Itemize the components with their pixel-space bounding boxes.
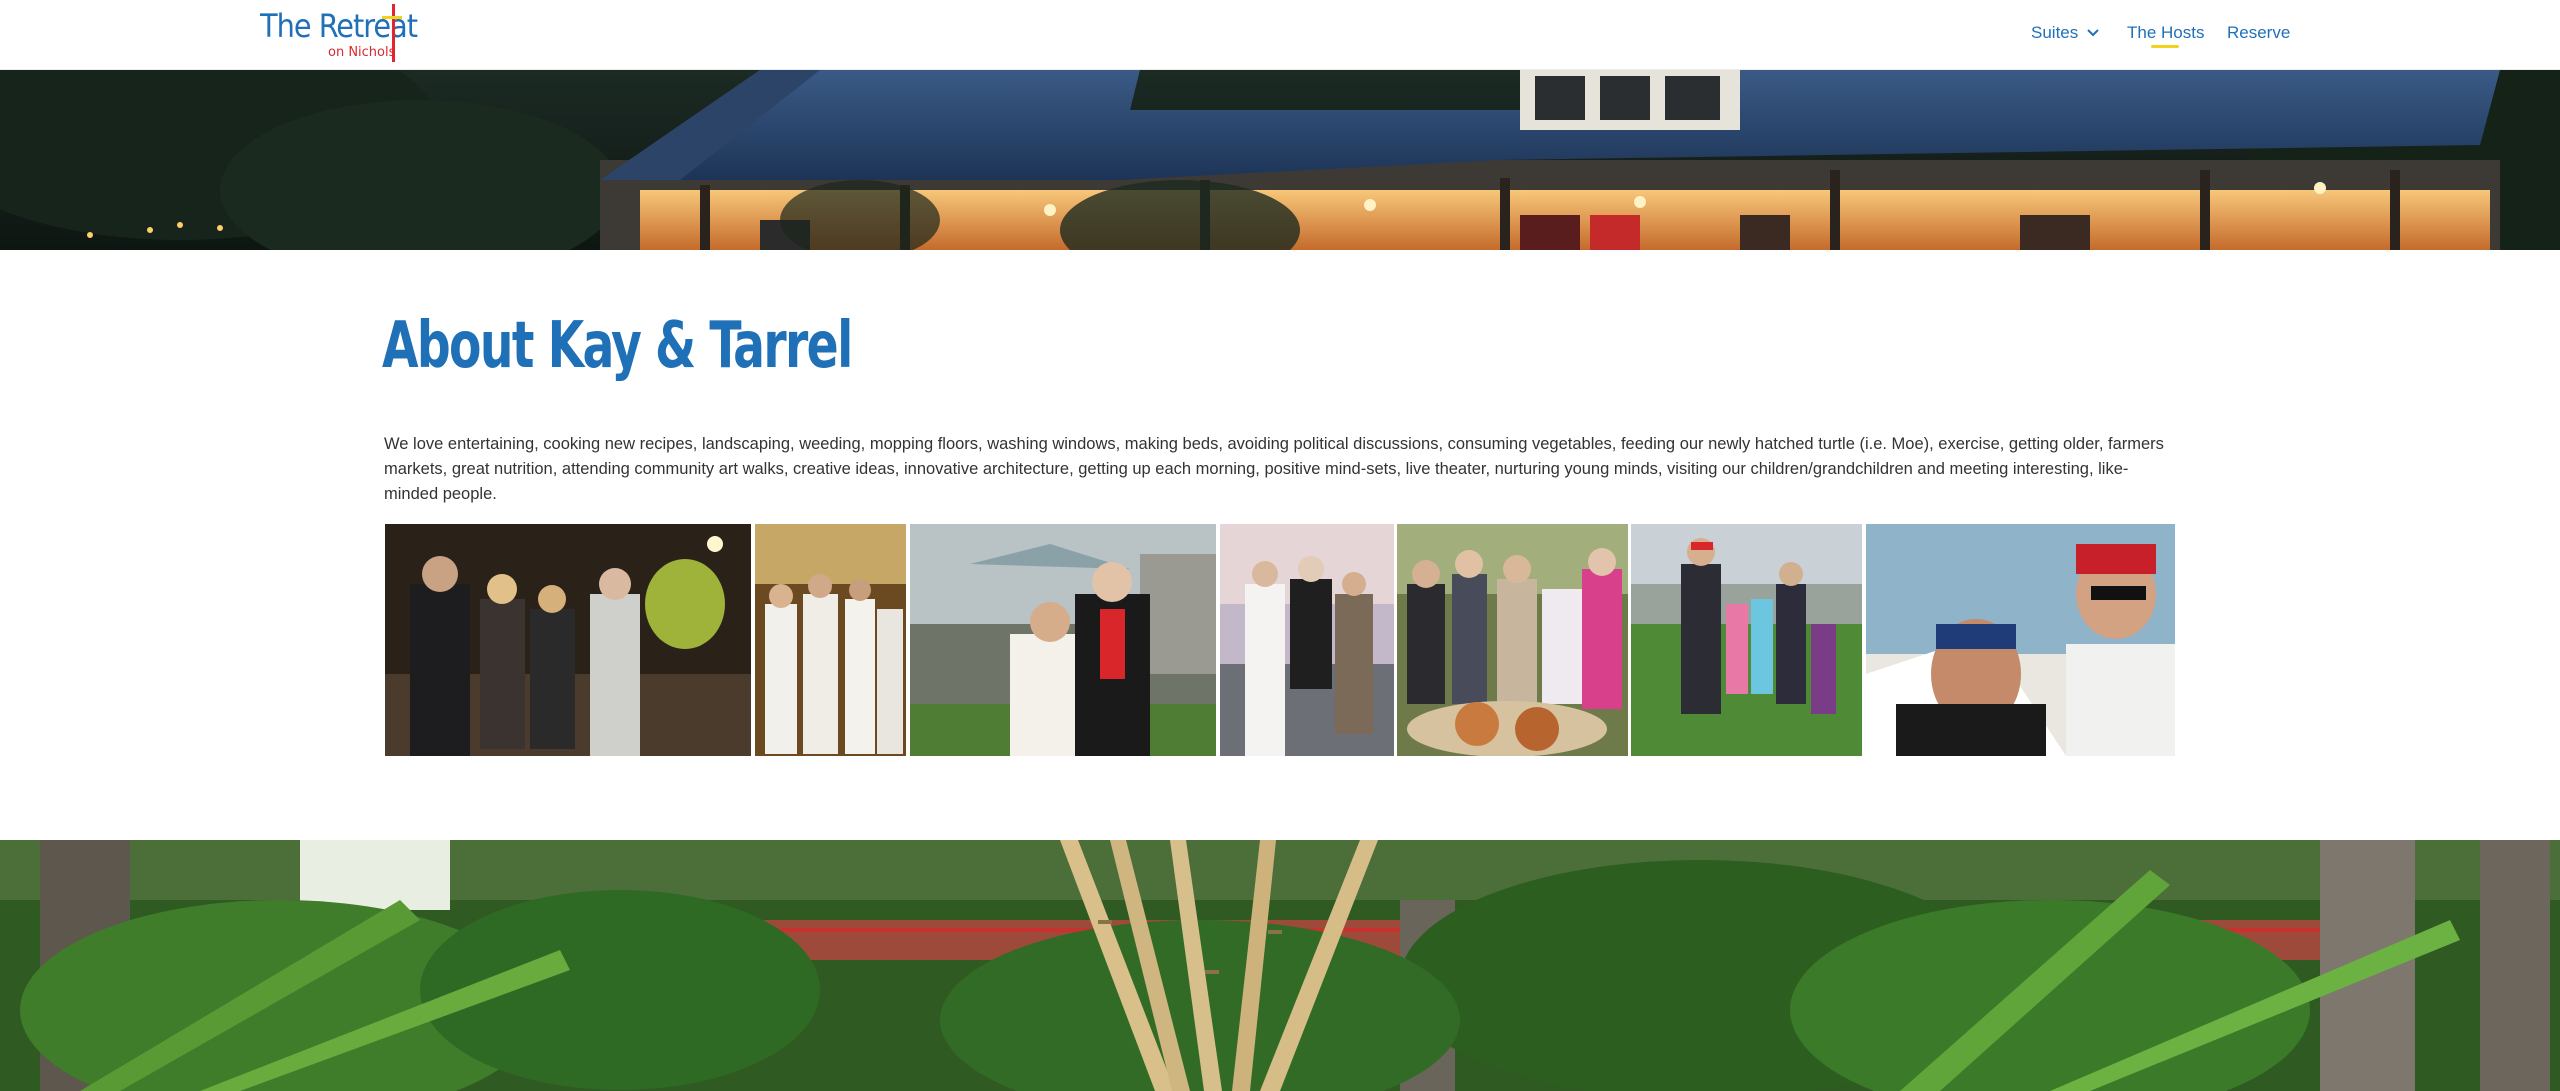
- gallery-photo[interactable]: [755, 524, 906, 756]
- photo-gallery: [385, 524, 2175, 756]
- nav-reserve-link[interactable]: Reserve: [2227, 23, 2290, 43]
- hero-image: [0, 70, 2560, 250]
- nav-active-indicator: [2151, 45, 2179, 48]
- gallery-photo[interactable]: [1866, 524, 2175, 756]
- nav-hosts-link[interactable]: The Hosts: [2127, 23, 2204, 43]
- chevron-down-icon[interactable]: [2086, 28, 2100, 38]
- nav-suites-link[interactable]: Suites: [2031, 23, 2078, 43]
- gallery-photo[interactable]: [910, 524, 1216, 756]
- hosts-description: We love entertaining, cooking new recipe…: [384, 435, 2164, 503]
- gallery-photo[interactable]: [1397, 524, 1628, 756]
- gallery-photo[interactable]: [1220, 524, 1394, 756]
- garden-image: [0, 840, 2560, 1091]
- gallery-photo[interactable]: [1631, 524, 1862, 756]
- main-nav: Suites The Hosts Reserve: [0, 0, 2560, 70]
- gallery-photo[interactable]: [385, 524, 751, 756]
- page-title: About Kay & Tarrel: [382, 309, 853, 383]
- site-header: The Retreat on Nichols Suites The Hosts …: [0, 0, 2560, 70]
